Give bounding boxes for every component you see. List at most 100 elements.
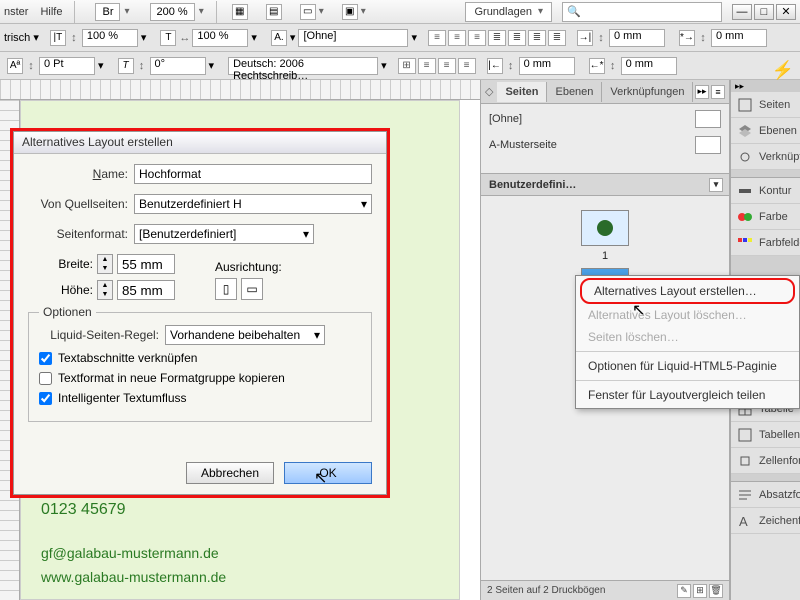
format-label: Seitenformat: [28,227,128,241]
baseline-shift-icon[interactable]: Aª [7,58,23,74]
chk-smart-reflow[interactable] [39,392,52,405]
indent-right-icon[interactable]: |← [487,58,503,74]
panel-footer: 2 Seiten auf 2 Druckbögen ✎⊞🗑 [481,580,729,600]
tab-links[interactable]: Verknüpfungen [602,82,693,102]
baseline-field[interactable]: 0 Pt [39,57,95,75]
panel-tab-arrow-icon[interactable]: ◇ [481,85,497,98]
zoom-field[interactable]: 200 %▾ [150,3,204,21]
layout-heading: Benutzerdefini… ▾ [481,174,729,196]
span-icon[interactable]: ≡ [458,58,476,74]
delete-page-icon[interactable]: 🗑 [709,584,723,598]
source-select[interactable]: Benutzerdefiniert H▾ [134,194,372,214]
bridge-button[interactable]: Br▾ [95,3,129,21]
edit-page-icon[interactable]: ✎ [677,584,691,598]
char-style-field[interactable]: [Ohne] [298,29,408,47]
mini-swatches[interactable]: Farbfelde… [731,230,800,256]
mini-char-styles[interactable]: AZeichenf… [731,508,800,534]
menu-create-alt-layout[interactable]: Alternatives Layout erstellen… [580,278,795,304]
maximize-button[interactable]: □ [754,4,774,20]
flash-icon[interactable]: ⚡ [772,60,794,81]
align-center-icon[interactable]: ≡ [448,30,466,46]
indent-first-field[interactable]: 0 mm [711,29,767,47]
height-field[interactable] [117,280,175,300]
master-thumb[interactable] [695,136,721,154]
mini-cell-styles[interactable]: Zellenfor… [731,448,800,474]
scale-v-field[interactable]: 100 % [82,29,138,47]
chk-copy-styles[interactable] [39,372,52,385]
workspace-selector[interactable]: Grundlagen▾ [465,2,552,22]
view-toggle-icon[interactable]: ▦ [232,4,248,20]
justify-last-left-icon[interactable]: ≣ [528,30,546,46]
mini-seiten[interactable]: Seiten [731,92,800,118]
ok-button[interactable]: OK [284,462,372,484]
mini-ebenen[interactable]: Ebenen [731,118,800,144]
arrange-icon[interactable]: ▭ [300,4,316,20]
horizontal-scale-icon[interactable]: T [160,30,176,46]
chk-link-text[interactable] [39,352,52,365]
master-thumb[interactable] [695,110,721,128]
screen-mode-icon[interactable]: ▣ [342,4,358,20]
new-page-icon[interactable]: ⊞ [693,584,707,598]
vertical-justify-icon[interactable]: |T [50,30,66,46]
tab-ebenen[interactable]: Ebenen [547,82,602,102]
layout-menu-button[interactable]: ▾ [709,178,723,192]
numbering-icon[interactable]: ≡ [438,58,456,74]
cancel-button[interactable]: Abbrechen [186,462,274,484]
indent-right-field[interactable]: 0 mm [519,57,575,75]
menu-item[interactable]: nster [4,6,28,18]
mini-stroke[interactable]: Kontur [731,178,800,204]
master-a[interactable]: A-Musterseite [489,139,557,151]
height-stepper[interactable]: ▲▼ [97,280,113,300]
indent-last-field[interactable]: 0 mm [621,57,677,75]
scale-h-field[interactable]: 100 % [192,29,248,47]
master-pages-list: [Ohne] A-Musterseite [481,104,729,174]
align-right-icon[interactable]: ≡ [468,30,486,46]
indent-left-field[interactable]: 0 mm [609,29,665,47]
view-toggle-icon[interactable]: ▤ [266,4,282,20]
close-button[interactable]: ✕ [776,4,796,20]
master-none[interactable]: [Ohne] [489,113,522,125]
stroke-label: trisch ▾ [4,31,39,44]
language-field[interactable]: Deutsch: 2006 Rechtschreib… [228,57,378,75]
orient-label: Ausrichtung: [215,260,282,274]
expand-panels-icon[interactable]: ▸▸ [731,80,800,92]
justify-last-right-icon[interactable]: ≣ [548,30,566,46]
menu-item[interactable]: Hilfe [40,6,62,18]
dialog-title: Alternatives Layout erstellen [14,132,386,154]
options-fieldset: Optionen Liquid-Seiten-Regel: Vorhandene… [28,312,372,422]
tab-seiten[interactable]: Seiten [497,82,547,102]
menu-split-window[interactable]: Fenster für Layoutvergleich teilen [576,384,799,406]
menu-delete-alt-layout: Alternatives Layout löschen… [576,304,799,326]
width-stepper[interactable]: ▲▼ [97,254,113,274]
indent-first-icon[interactable]: *→ [679,30,695,46]
char-style-icon[interactable]: A. [271,30,287,46]
mini-table-styles[interactable]: Tabellenf… [731,422,800,448]
magnifier-icon: 🔍 [567,5,581,18]
name-field[interactable] [134,164,372,184]
menu-liquid-options[interactable]: Optionen für Liquid-HTML5-Paginie [576,355,799,377]
bullets-icon[interactable]: ≡ [418,58,436,74]
skew-field[interactable]: 0° [150,57,206,75]
width-field[interactable] [117,254,175,274]
justify-icon[interactable]: ≣ [488,30,506,46]
format-select[interactable]: [Benutzerdefiniert]▾ [134,224,314,244]
tab-icon[interactable]: ⊞ [398,58,416,74]
orient-landscape-icon[interactable]: ▭ [241,278,263,300]
control-bar-row1: trisch ▾ |T↕100 %▾ T↔100 %▾ A.▾[Ohne]▾ ≡… [0,24,800,52]
liquid-select[interactable]: Vorhandene beibehalten▾ [165,325,325,345]
justify-all-icon[interactable]: ≣ [508,30,526,46]
panel-menu-icon[interactable]: ≡ [711,85,725,99]
panel-collapse-icon[interactable]: ▸▸ [695,85,709,99]
minimize-button[interactable]: — [732,4,752,20]
mini-para-styles[interactable]: Absatzfo… [731,482,800,508]
orient-portrait-icon[interactable]: ▯ [215,278,237,300]
search-input[interactable]: 🔍 [562,2,722,22]
mini-color[interactable]: Farbe [731,204,800,230]
indent-left-icon[interactable]: →| [577,30,593,46]
align-left-icon[interactable]: ≡ [428,30,446,46]
mini-links[interactable]: Verknüpf… [731,144,800,170]
indent-last-icon[interactable]: ←* [589,58,605,74]
doc-email: gf@galabau-mustermann.de [41,545,439,561]
skew-icon[interactable]: T [118,58,134,74]
page-thumb-1[interactable] [581,210,629,246]
